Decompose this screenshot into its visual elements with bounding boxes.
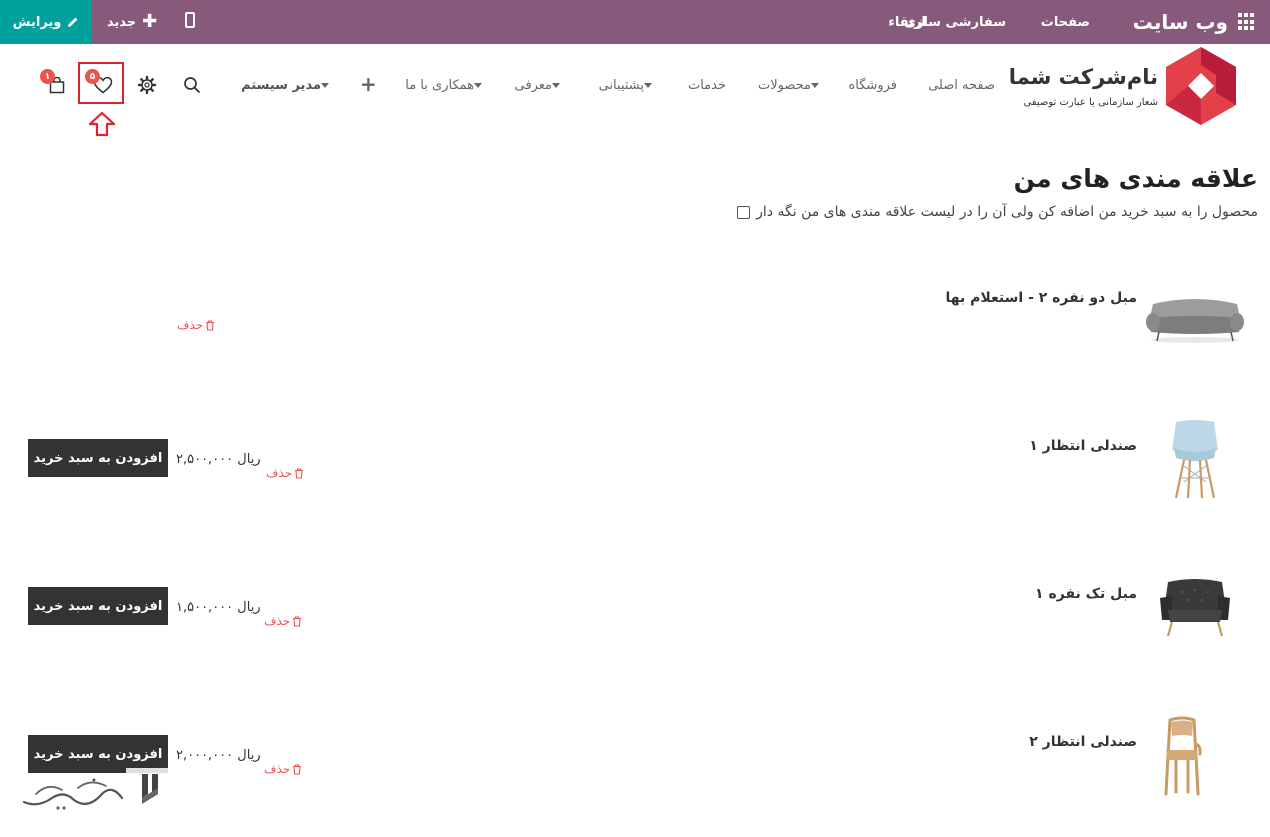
keep-in-wishlist-option[interactable]: محصول را به سبد خرید من اضافه کن ولی آن … <box>737 204 1258 220</box>
nav-support[interactable]: پشتیبانی <box>599 74 656 96</box>
logo-mark-icon <box>1166 47 1236 125</box>
company-logo[interactable]: نام‌شرکت شما شعار سازمانی یا عبارت توصیف… <box>1004 45 1236 127</box>
add-to-cart-button[interactable]: افزودن به سبد خرید <box>28 587 168 625</box>
logo-company-name: نام‌شرکت شما <box>1008 65 1158 89</box>
remove-label: حذف <box>177 318 204 332</box>
nav-products-label: محصولات <box>758 77 811 93</box>
product-name[interactable]: صندلی انتظار ۲ <box>1029 734 1137 750</box>
remove-label: حذف <box>264 762 291 776</box>
remove-link[interactable]: حذف <box>264 762 302 776</box>
add-menu-plus-icon[interactable]: + <box>360 72 377 96</box>
topbar-brand[interactable]: وب سایت <box>1133 0 1256 44</box>
page-title: علاقه مندی های من <box>1013 164 1258 193</box>
trash-icon <box>295 467 304 479</box>
apps-menu-icon[interactable] <box>1238 13 1256 31</box>
gear-icon[interactable] <box>137 75 157 95</box>
product-name[interactable]: مبل تک نفره ۱ <box>1035 586 1137 602</box>
edit-button[interactable]: ویرایش <box>0 0 92 44</box>
topbar-brand-name: وب سایت <box>1132 10 1228 34</box>
nav-admin-label: مدیر سیستم <box>241 77 321 93</box>
nav-home[interactable]: صفحه اصلی <box>928 74 995 96</box>
product-name[interactable]: مبل دو نفره ۲ - استعلام بها <box>945 290 1137 306</box>
admin-topbar: وب سایت صفحات سفارشی سازی ارتقاء جدید ✚ … <box>0 0 1270 44</box>
trash-icon <box>293 615 302 627</box>
chevron-down-icon <box>474 82 482 88</box>
logo-tagline: شعار سازمانی یا عبارت توصیفی <box>1023 97 1158 108</box>
search-icon[interactable] <box>183 76 201 94</box>
edit-button-label: ویرایش <box>12 14 62 30</box>
nav-partner-label: همکاری با ما <box>405 77 474 93</box>
nav-shop[interactable]: فروشگاه <box>848 74 897 96</box>
product-image-sofa[interactable] <box>1145 292 1245 344</box>
chevron-down-icon <box>644 82 652 88</box>
product-price: ۱,۵۰۰,۰۰۰ ریال <box>176 600 261 615</box>
mobile-preview-icon[interactable] <box>185 12 195 28</box>
new-button[interactable]: جدید ✚ <box>92 0 172 44</box>
remove-link[interactable]: حذف <box>177 318 215 332</box>
new-button-label: جدید <box>106 14 137 30</box>
plus-icon: ✚ <box>142 11 158 32</box>
remove-label: حذف <box>264 614 291 628</box>
product-image-chair-1[interactable] <box>1168 418 1222 500</box>
chevron-down-icon <box>552 82 560 88</box>
nav-services[interactable]: خدمات <box>688 74 726 96</box>
remove-link[interactable]: حذف <box>264 614 302 628</box>
product-image-armchair[interactable] <box>1158 576 1232 638</box>
watermark-logo <box>22 768 168 814</box>
add-to-cart-button[interactable]: افزودن به سبد خرید <box>28 439 168 477</box>
nav-support-label: پشتیبانی <box>598 77 644 93</box>
nav-intro-label: معرفی <box>514 77 552 93</box>
cart-count-badge: ۱ <box>40 69 55 84</box>
chevron-down-icon <box>321 82 329 88</box>
keep-in-wishlist-label: محصول را به سبد خرید من اضافه کن ولی آن … <box>756 204 1258 220</box>
product-image-chair-2[interactable] <box>1162 714 1202 796</box>
product-price: ۲,۰۰۰,۰۰۰ ریال <box>176 748 261 763</box>
nav-intro[interactable]: معرفی <box>515 74 564 96</box>
pencil-icon <box>68 17 78 27</box>
nav-admin-user[interactable]: مدیر سیستم <box>241 74 333 96</box>
menu-upgrade[interactable]: ارتقاء <box>888 0 926 44</box>
trash-icon <box>293 763 302 775</box>
product-name[interactable]: صندلی انتظار ۱ <box>1029 438 1137 454</box>
nav-products[interactable]: محصولات <box>758 74 823 96</box>
remove-link[interactable]: حذف <box>266 466 304 480</box>
keep-in-wishlist-checkbox[interactable] <box>737 205 751 219</box>
trash-icon <box>206 319 215 331</box>
wishlist-count-badge: ۵ <box>85 69 100 84</box>
pointer-arrow-icon <box>88 111 116 137</box>
product-price: ۲,۵۰۰,۰۰۰ ریال <box>176 452 261 467</box>
nav-partner[interactable]: همکاری با ما <box>405 74 486 96</box>
menu-pages[interactable]: صفحات <box>1041 0 1090 44</box>
remove-label: حذف <box>266 466 293 480</box>
chevron-down-icon <box>811 82 819 88</box>
